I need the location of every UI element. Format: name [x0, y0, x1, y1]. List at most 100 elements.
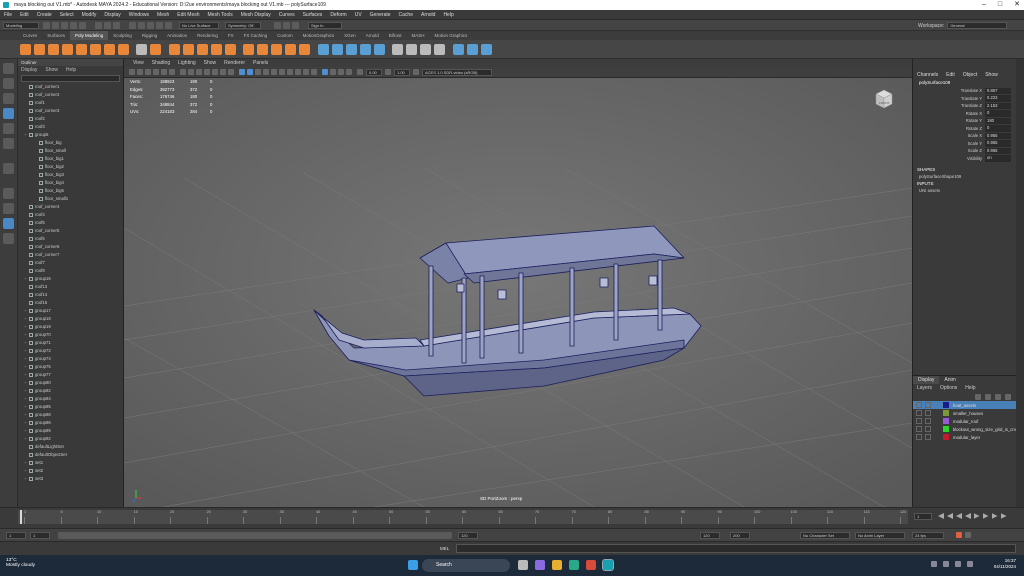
freeze-transform-icon[interactable] [480, 43, 492, 55]
channel-value[interactable]: 0.223 [985, 95, 1011, 102]
menu-select[interactable]: Select [56, 10, 78, 20]
current-frame-field[interactable]: 1 [914, 512, 932, 520]
step-back-icon[interactable] [956, 513, 962, 519]
layer-color-swatch[interactable] [943, 402, 949, 408]
film-gate-icon[interactable] [188, 69, 194, 75]
chrome-icon[interactable] [586, 560, 596, 570]
layer-playback-toggle[interactable] [924, 426, 931, 432]
shelf-tab-motion-graphics[interactable]: Motion Graphics [429, 31, 472, 40]
wifi-icon[interactable] [943, 561, 949, 567]
step-forward-icon[interactable] [982, 513, 989, 519]
channel-name[interactable]: Scale Y [913, 140, 985, 148]
menu-create[interactable]: Create [33, 10, 56, 20]
layer-row[interactable]: boat_assets [913, 401, 1016, 409]
channel-row[interactable]: Translate Z 2.153 [913, 102, 1016, 110]
outliner-item[interactable]: + group70 [18, 331, 123, 339]
last-tool-icon[interactable] [3, 163, 14, 174]
layer-visibility-toggle[interactable] [916, 418, 922, 424]
perspective-viewport[interactable] [124, 78, 912, 507]
menu-mesh-display[interactable]: Mesh Display [237, 10, 275, 20]
snap-point-icon[interactable] [147, 21, 154, 29]
tray-chevron-icon[interactable] [931, 561, 937, 567]
persp-outliner-icon[interactable] [3, 218, 14, 229]
shelf-tab-fx-caching[interactable]: FX Caching [239, 31, 273, 40]
outliner-item[interactable]: floor_big3 [18, 171, 123, 179]
workspace-dropdown[interactable]: General [947, 22, 1008, 29]
outliner-item[interactable]: floor_big1 [18, 155, 123, 163]
snap-live-icon[interactable] [165, 21, 172, 29]
outliner-item[interactable]: floor_big4 [18, 179, 123, 187]
outliner-item[interactable]: roof_corner1 [18, 83, 123, 91]
outliner-item[interactable]: roof4 [18, 211, 123, 219]
menu-mesh[interactable]: Mesh [153, 10, 173, 20]
fill-hole-icon[interactable] [285, 43, 296, 55]
outliner-item[interactable]: roof2 [18, 115, 123, 123]
insert-edge-loop-icon[interactable] [359, 43, 371, 55]
snap-grid-icon[interactable] [129, 21, 136, 29]
command-input[interactable] [456, 544, 1016, 553]
sign-in-button[interactable]: Sign In [308, 21, 342, 29]
viewport-menu-shading[interactable]: Shading [148, 59, 174, 67]
fps-dropdown[interactable]: 24 fps [912, 532, 944, 539]
lights-icon[interactable] [271, 69, 277, 75]
viewport-menu-lighting[interactable]: Lighting [174, 59, 200, 67]
bookmark-icon[interactable] [145, 69, 151, 75]
gate-mask-icon[interactable] [204, 69, 210, 75]
layer-color-swatch[interactable] [943, 410, 949, 416]
camera-select-icon[interactable] [129, 69, 135, 75]
snap-curve-icon[interactable] [138, 21, 145, 29]
shelf-tab-arnold[interactable]: Arnold [361, 31, 384, 40]
channel-value[interactable]: 0 [985, 110, 1011, 117]
scene-end-field[interactable]: 120 [700, 532, 720, 539]
connect-icon[interactable] [373, 43, 385, 55]
outliner-item[interactable]: + set3 [18, 475, 123, 483]
snap-view-icon[interactable] [156, 21, 163, 29]
outliner-item[interactable]: + group77 [18, 371, 123, 379]
gamma-icon[interactable] [385, 69, 391, 75]
shelf-tab-custom[interactable]: Custom [272, 31, 298, 40]
layer-playback-toggle[interactable] [925, 402, 931, 408]
layer-up-icon[interactable] [975, 393, 981, 400]
start-icon[interactable] [408, 560, 418, 570]
playback-end-field[interactable]: 120 [458, 532, 478, 539]
outliner-item[interactable]: roof_corner3 [18, 107, 123, 115]
outliner-item[interactable]: + group16 [18, 275, 123, 283]
target-weld-icon[interactable] [331, 43, 343, 55]
shape-node[interactable]: polySurfaceShape109 [913, 173, 1016, 180]
poly-cylinder-icon[interactable] [47, 43, 59, 55]
outliner-item[interactable]: + set2 [18, 467, 123, 475]
play-backward-icon[interactable] [965, 513, 971, 519]
outliner-item[interactable]: + group71 [18, 339, 123, 347]
outliner-item[interactable]: + set1 [18, 459, 123, 467]
ambient-occlusion-icon[interactable] [287, 69, 293, 75]
grid-icon[interactable] [180, 69, 186, 75]
layer-tab-display[interactable]: Display [913, 376, 940, 384]
channelbox-menu-object[interactable]: Object [963, 71, 977, 79]
outliner-item[interactable]: roof6 [18, 235, 123, 243]
time-ruler[interactable]: 1 5 10 15 20 25 30 35 40 45 50 55 60 65 70 75 80 85 90 95 10… [18, 510, 908, 524]
mode-dropdown[interactable]: Modeling [3, 21, 39, 29]
select-hierarchy-icon[interactable] [95, 21, 102, 29]
multi-cut-icon[interactable] [317, 43, 329, 55]
bridge-icon[interactable] [257, 43, 268, 55]
layer-menu-layers[interactable]: Layers [917, 384, 932, 392]
go-to-end-icon[interactable] [1000, 513, 1007, 519]
outliner-item[interactable]: floor_big2 [18, 163, 123, 171]
playback-start-field[interactable]: 1 [30, 531, 50, 539]
layer-menu-help[interactable]: Help [965, 384, 975, 392]
exposure-icon[interactable] [357, 69, 363, 75]
color-management-icon[interactable] [413, 69, 419, 75]
layer-visibility-toggle[interactable] [916, 402, 922, 408]
select-tool-icon[interactable] [3, 63, 14, 74]
default-material-icon[interactable] [255, 69, 261, 75]
outliner-item[interactable]: + group74 [18, 355, 123, 363]
outliner-item[interactable]: + group80 [18, 379, 123, 387]
shelf-tab-bifrost[interactable]: Bifrost [384, 31, 407, 40]
viewport-menu-show[interactable]: Show [200, 59, 221, 67]
outliner-item[interactable]: + group88 [18, 411, 123, 419]
new-layer-icon[interactable] [995, 393, 1001, 400]
shelf-tab-rigging[interactable]: Rigging [137, 31, 162, 40]
layer-visibility-toggle[interactable] [916, 426, 922, 432]
layer-color-swatch[interactable] [942, 426, 949, 432]
layer-menu-options[interactable]: Options [940, 384, 957, 392]
